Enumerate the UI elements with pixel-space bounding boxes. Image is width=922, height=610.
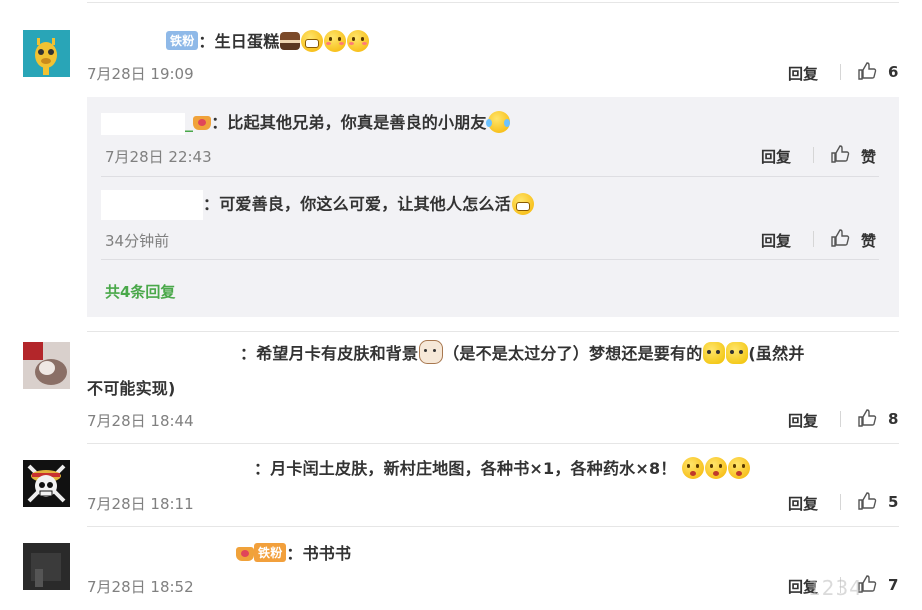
thumbs-up-icon[interactable] <box>857 491 877 511</box>
username-redacted[interactable] <box>101 190 203 220</box>
giraffe-avatar-icon <box>23 30 70 77</box>
comment-time: 7月28日 19:09 <box>87 65 194 83</box>
more-replies-link[interactable]: 共4条回复 <box>105 281 175 302</box>
like-label[interactable]: 赞 <box>861 230 876 251</box>
reply-button[interactable]: 回复 <box>788 63 818 84</box>
blush-icon <box>324 30 347 52</box>
laugh-cry-icon <box>485 111 510 133</box>
avatar[interactable] <box>23 460 70 507</box>
reply-thread: _ ：比起其他兄弟，你真是善良的小朋友 7月28日 22:43 回复 赞 ：可爱善… <box>87 97 899 317</box>
comment-text: ：月卡闰土皮肤，新村庄地图，各种书×1，各种药水×8！ <box>254 455 751 479</box>
top-divider <box>87 2 899 3</box>
divider <box>813 231 814 247</box>
reply-time: 7月28日 22:43 <box>105 148 212 166</box>
thumbs-up-icon[interactable] <box>830 144 850 164</box>
fan-badge[interactable]: 铁粉 <box>254 543 287 562</box>
reply-button[interactable]: 回复 <box>788 410 818 431</box>
avatar[interactable] <box>23 342 70 389</box>
user-photo-icon <box>23 342 70 389</box>
watermark: 1234 <box>808 576 863 600</box>
thumbs-up-icon[interactable] <box>857 61 877 81</box>
comment-text: 铁粉 ：书书书 <box>236 540 351 564</box>
reply-divider <box>101 259 879 260</box>
comment-text: ：希望月卡有皮肤和背景 （是不是太过分了）梦想还是要有的 (虽然并 <box>240 340 805 364</box>
comment-divider <box>87 443 899 444</box>
like-count: 8 <box>888 410 899 428</box>
comment-time: 7月28日 18:11 <box>87 495 194 513</box>
pout-face-icon <box>682 457 705 479</box>
like-label[interactable]: 赞 <box>861 146 876 167</box>
cake-icon <box>280 32 301 50</box>
divider <box>813 147 814 163</box>
blush-icon <box>347 30 370 52</box>
crown-badge-icon <box>193 116 212 130</box>
username-redacted[interactable] <box>101 112 185 135</box>
like-count: 7 <box>888 576 899 594</box>
divider <box>840 494 841 510</box>
dark-photo-icon <box>23 543 70 590</box>
avatar[interactable] <box>23 30 70 77</box>
avatar[interactable] <box>23 543 70 590</box>
fan-badge[interactable]: 铁粉 <box>166 31 199 50</box>
comment-text: 铁粉 ：生日蛋糕 <box>166 28 370 52</box>
reply-button[interactable]: 回复 <box>788 493 818 514</box>
comment-divider <box>87 526 899 527</box>
cat-face-icon <box>703 342 726 364</box>
reply-button[interactable]: 回复 <box>761 230 791 251</box>
cat-face-icon <box>726 342 749 364</box>
reply-button[interactable]: 回复 <box>761 146 791 167</box>
comment-time: 7月28日 18:44 <box>87 412 194 430</box>
like-count: 6 <box>888 63 899 81</box>
skull-straw-hat-icon <box>23 460 70 507</box>
reply-text: _ ：比起其他兄弟，你真是善良的小朋友 <box>101 109 510 135</box>
reply-time: 34分钟前 <box>105 232 170 250</box>
like-count: 5 <box>888 493 899 511</box>
cat-face-icon <box>419 340 444 364</box>
divider <box>840 411 841 427</box>
reply-text: ：可爱善良，你这么可爱，让其他人怎么活 <box>101 190 534 220</box>
grin-icon <box>301 30 324 52</box>
comment-time: 7月28日 18:52 <box>87 578 194 596</box>
divider <box>840 64 841 80</box>
grin-icon <box>511 192 534 215</box>
reply-divider <box>101 176 879 177</box>
pout-face-icon <box>728 457 751 479</box>
comment-text-line2: 不可能实现) <box>87 379 176 398</box>
crown-badge-icon <box>236 547 254 561</box>
thumbs-up-icon[interactable] <box>857 408 877 428</box>
thumbs-up-icon[interactable] <box>830 228 850 248</box>
pout-face-icon <box>705 457 728 479</box>
comment-divider <box>87 331 899 332</box>
